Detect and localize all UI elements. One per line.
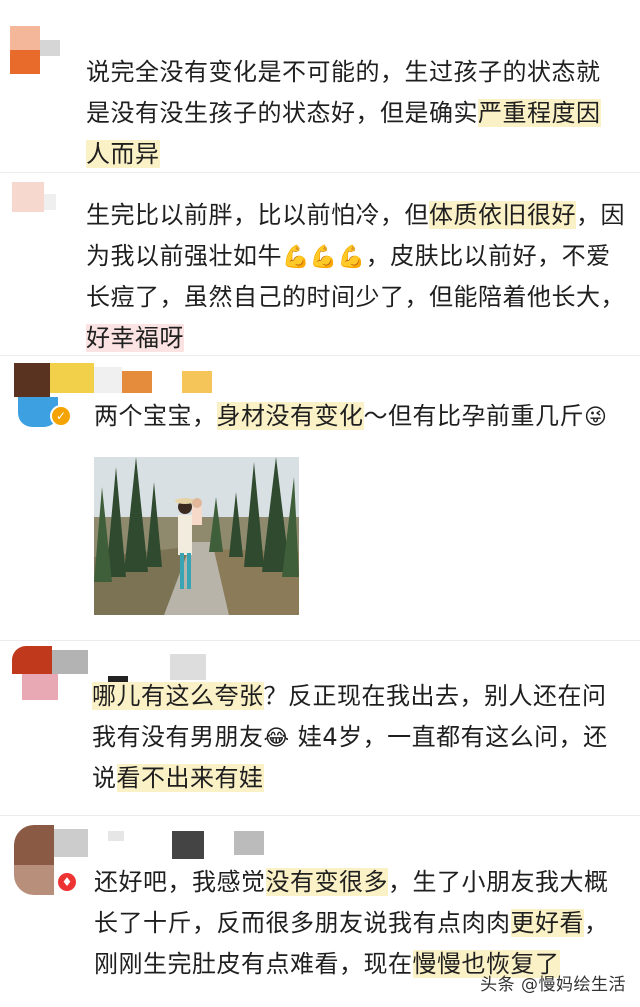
watermark: 头条 @慢妈绘生活	[480, 975, 626, 995]
comment-text: 还好吧，我感觉没有变很多，生了小朋友我大概 长了十斤，反而很多朋友说我有点肉肉更…	[94, 868, 609, 978]
comment-1: 说完全没有变化是不可能的，生过孩子的状态就 是没有没生孩子的状态好，但是确实严重…	[0, 0, 640, 170]
comment-photo[interactable]	[94, 457, 299, 615]
verified-badge-icon: ✓	[50, 405, 72, 427]
comment-text: 哪儿有这么夸张？反正现在我出去，别人还在问 我有没有男朋友😂 娃4岁，一直都有这…	[92, 682, 608, 792]
avatar[interactable]	[10, 26, 70, 76]
avatar[interactable]	[12, 182, 56, 222]
comment-3: ✓ 两个宝宝，身材没有变化～但有比孕前重几斤😜	[0, 355, 640, 635]
tears-of-joy-emoji: 😂	[263, 726, 290, 751]
comment-2: 生完比以前胖，比以前怕冷，但体质依旧很好，因 为我以前强壮如牛💪💪💪，皮肤比以前…	[0, 172, 640, 362]
comment-text: 说完全没有变化是不可能的，生过孩子的状态就 是没有没生孩子的状态好，但是确实严重…	[86, 58, 601, 168]
comment-text: 生完比以前胖，比以前怕冷，但体质依旧很好，因 为我以前强壮如牛💪💪💪，皮肤比以前…	[86, 201, 625, 352]
comment-4: 哪儿有这么夸张？反正现在我出去，别人还在问 我有没有男朋友😂 娃4岁，一直都有这…	[0, 640, 640, 815]
winking-tongue-emoji: 😜	[584, 405, 608, 430]
comment-text: 两个宝宝，身材没有变化～但有比孕前重几斤😜	[94, 402, 608, 430]
flexed-biceps-emoji: 💪💪💪	[282, 245, 366, 270]
status-badge-icon: ♦	[56, 871, 78, 893]
